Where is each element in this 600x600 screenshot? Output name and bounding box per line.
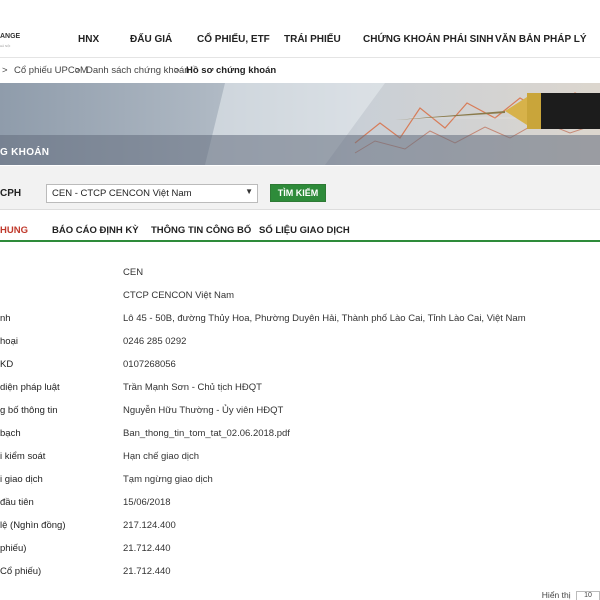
top-navigation: ANGE HÀ NỘI HNX ĐẤU GIÁ CỔ PHIẾU, ETF TR…: [0, 0, 600, 58]
tab-so-lieu-giao-dich[interactable]: SỐ LIỆU GIAO DỊCH: [259, 225, 350, 236]
info-label: i giao dịch: [0, 474, 43, 485]
info-value: 15/06/2018: [123, 497, 171, 508]
logo-subtitle: HÀ NỘI: [0, 44, 11, 48]
info-row-trang-thai: i giao dịch Tạm ngừng giao dịch: [0, 474, 600, 494]
nav-item-trai-phieu[interactable]: TRÁI PHIẾU: [284, 34, 341, 45]
info-row-ma-ck: CEN: [0, 267, 600, 287]
tab-thong-tin-cong-bo[interactable]: THÔNG TIN CÔNG BỐ: [151, 225, 251, 236]
info-row-dkkd: KD 0107268056: [0, 359, 600, 379]
info-label: bạch: [0, 428, 21, 439]
info-row-kiem-soat: i kiểm soát Hạn chế giao dịch: [0, 451, 600, 471]
info-row-dien-thoai: hoại 0246 285 0292: [0, 336, 600, 356]
info-row-ten: CTCP CENCON Việt Nam: [0, 290, 600, 310]
banner-strip: [0, 135, 600, 165]
info-row-cong-bo-thong-tin: g bố thông tin Nguyễn Hữu Thường - Ủy vi…: [0, 405, 600, 425]
info-label: g bố thông tin: [0, 405, 58, 416]
nav-item-van-ban-phap-ly[interactable]: VĂN BẢN PHÁP LÝ: [495, 34, 587, 45]
info-label: Cổ phiếu): [0, 566, 42, 577]
banner-title: G KHOÁN: [0, 147, 50, 158]
info-value: Nguyễn Hữu Thường - Ủy viên HĐQT: [123, 405, 284, 416]
info-row-ngay-dau-tien: đầu tiên 15/06/2018: [0, 497, 600, 517]
chevron-down-icon: ▼: [245, 187, 253, 196]
tab-thong-tin-chung[interactable]: HUNG: [0, 225, 28, 236]
document-link[interactable]: Ban_thong_tin_tom_tat_02.06.2018.pdf: [123, 428, 290, 439]
info-label: diện pháp luật: [0, 382, 60, 393]
breadcrumb-separator: >: [2, 65, 8, 76]
nav-item-dau-gia[interactable]: ĐẤU GIÁ: [130, 34, 172, 45]
info-row-ban-cao-bach: bạch Ban_thong_tin_tom_tat_02.06.2018.pd…: [0, 428, 600, 448]
info-label: nh: [0, 313, 11, 324]
info-value: Lô 45 - 50B, đường Thủy Hoa, Phường Duyê…: [123, 313, 526, 324]
info-row-dia-chi: nh Lô 45 - 50B, đường Thủy Hoa, Phường D…: [0, 313, 600, 333]
info-value: 0107268056: [123, 359, 176, 370]
search-label: CPH: [0, 188, 22, 199]
nav-item-hnx[interactable]: HNX: [78, 34, 99, 45]
breadcrumb-separator: >: [174, 65, 180, 76]
info-value: CTCP CENCON Việt Nam: [123, 290, 235, 301]
info-value: CEN: [123, 267, 144, 278]
info-row-von-dieu-le: lệ (Nghìn đồng) 217.124.400: [0, 520, 600, 540]
info-value: Hạn chế giao dịch: [123, 451, 200, 462]
tab-bar: HUNG BÁO CÁO ĐỊNH KỲ THÔNG TIN CÔNG BỐ S…: [0, 216, 600, 242]
info-row-kl-luu-hanh: Cổ phiếu) 21.712.440: [0, 566, 600, 586]
breadcrumb-separator: >: [75, 65, 81, 76]
info-value: 21.712.440: [123, 543, 171, 554]
breadcrumb-current: Hồ sơ chứng khoán: [186, 65, 277, 76]
page-size-control: Hiển thị 10: [542, 590, 600, 600]
stock-select[interactable]: CEN - CTCP CENCON Việt Nam ▼: [46, 184, 258, 203]
nav-item-co-phieu-etf[interactable]: CỔ PHIẾU, ETF: [197, 34, 270, 45]
info-label: i kiểm soát: [0, 451, 46, 462]
page-size-label: Hiển thị: [541, 590, 571, 600]
info-label: đầu tiên: [0, 497, 34, 508]
tab-bao-cao-dinh-ky[interactable]: BÁO CÁO ĐỊNH KỲ: [52, 225, 139, 236]
info-label: hoại: [0, 336, 18, 347]
info-label: lệ (Nghìn đồng): [0, 520, 66, 531]
info-value: 21.712.440: [123, 566, 171, 577]
info-value: 217.124.400: [123, 520, 176, 531]
info-row-kl-niem-yet: phiếu) 21.712.440: [0, 543, 600, 563]
stock-select-value: CEN - CTCP CENCON Việt Nam: [52, 188, 192, 199]
logo[interactable]: ANGE: [0, 33, 20, 40]
info-value: Tạm ngừng giao dịch: [123, 474, 213, 485]
nav-item-chung-khoan-phai-sinh[interactable]: CHỨNG KHOÁN PHÁI SINH: [363, 34, 494, 45]
page-size-select[interactable]: 10: [576, 590, 600, 600]
info-row-dai-dien: diện pháp luật Trần Mạnh Sơn - Chủ tịch …: [0, 382, 600, 402]
search-button[interactable]: TÌM KIẾM: [270, 184, 326, 202]
breadcrumb: > Cổ phiếu UPCoM > Danh sách chứng khoán…: [0, 59, 600, 83]
info-value: 0246 285 0292: [123, 336, 187, 347]
info-label: phiếu): [0, 543, 27, 554]
page-banner: G KHOÁN: [0, 83, 600, 165]
info-label: KD: [0, 359, 14, 370]
info-value: Trần Mạnh Sơn - Chủ tịch HĐQT: [123, 382, 262, 393]
